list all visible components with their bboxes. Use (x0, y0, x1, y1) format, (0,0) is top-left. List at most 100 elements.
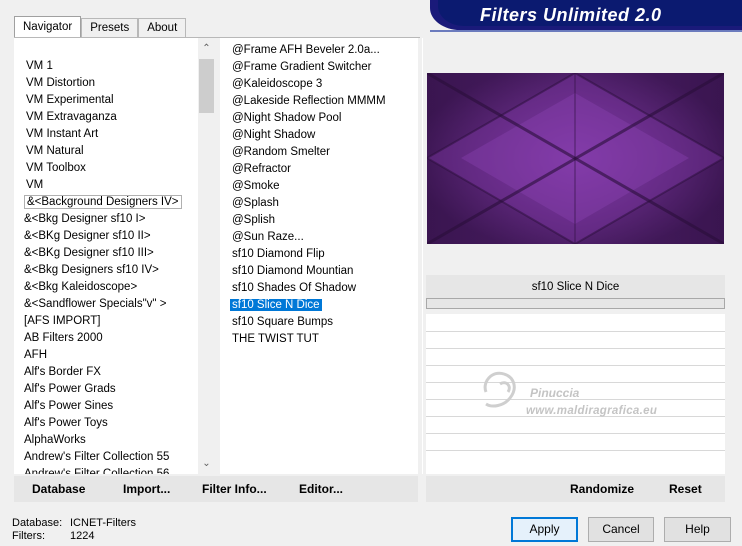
status-database: Database: ICNET-Filters (12, 517, 136, 529)
filter-label: @Smoke (232, 180, 280, 192)
filter-label: @Kaleidoscope 3 (232, 78, 323, 90)
filter-label: @Refractor (232, 163, 291, 175)
tab-presets[interactable]: Presets (81, 18, 139, 38)
help-button[interactable]: Help (664, 517, 731, 542)
category-label: Alf's Power Sines (24, 400, 114, 412)
category-label: AB Filters 2000 (24, 332, 103, 344)
category-item[interactable]: VM Natural (14, 143, 198, 160)
category-label: [AFS IMPORT] (24, 315, 101, 327)
cancel-button[interactable]: Cancel (588, 517, 654, 542)
import-button[interactable]: Import... (123, 482, 170, 496)
category-item[interactable]: VM Extravaganza (14, 109, 198, 126)
category-item[interactable]: AB Filters 2000 (14, 330, 198, 347)
filter-item[interactable]: @Night Shadow (220, 127, 418, 144)
scroll-down-icon[interactable]: ⌄ (198, 455, 215, 472)
filter-label: @Sun Raze... (232, 231, 304, 243)
category-label: VM Experimental (26, 94, 114, 106)
banner-title: Filters Unlimited 2.0 (480, 5, 662, 25)
filter-item[interactable]: @Kaleidoscope 3 (220, 76, 418, 93)
category-item[interactable]: &<Sandflower Specials"v" > (14, 296, 198, 313)
left-toolbar: Database Import... Filter Info... Editor… (14, 476, 418, 502)
category-label: VM Distortion (26, 77, 96, 89)
database-button[interactable]: Database (32, 482, 85, 496)
category-label: AlphaWorks (24, 434, 86, 446)
filter-item[interactable]: @Sun Raze... (220, 229, 418, 246)
filter-label: @Splash (232, 197, 279, 209)
filter-item[interactable]: @Frame AFH Beveler 2.0a... (220, 42, 418, 59)
scroll-up-icon[interactable]: ⌃ (198, 40, 215, 57)
category-item[interactable]: Andrew's Filter Collection 56 (14, 466, 198, 474)
category-item[interactable]: Alf's Border FX (14, 364, 198, 381)
category-item[interactable]: VM Toolbox (14, 160, 198, 177)
category-label: VM 1 (26, 60, 53, 72)
filter-item[interactable]: @Splish (220, 212, 418, 229)
scroll-thumb[interactable] (199, 59, 214, 113)
filter-item[interactable]: sf10 Slice N Dice (220, 297, 418, 314)
tab-navigator[interactable]: Navigator (14, 16, 82, 38)
param-divider (426, 331, 725, 332)
category-label: VM Extravaganza (26, 111, 117, 123)
category-item[interactable]: VM Distortion (14, 75, 198, 92)
filter-item[interactable]: @Refractor (220, 161, 418, 178)
category-label: AFH (24, 349, 47, 361)
preview-image (427, 73, 724, 244)
category-label: Alf's Border FX (24, 366, 101, 378)
category-label: &<Bkg Designer sf10 I> (24, 213, 146, 225)
category-item[interactable]: &<Background Designers IV> (14, 194, 198, 211)
category-list[interactable]: VM 1 VM Distortion VM Experimental VM Extra… (14, 38, 198, 474)
filter-item[interactable]: @Splash (220, 195, 418, 212)
category-item[interactable]: AFH (14, 347, 198, 364)
category-label: VM Instant Art (26, 128, 99, 140)
category-scrollbar[interactable]: ⌃ ⌄ (198, 38, 215, 474)
right-toolbar: Randomize Reset (426, 476, 725, 502)
category-item[interactable]: Alf's Power Sines (14, 398, 198, 415)
filter-item[interactable]: @Lakeside Reflection MMMM (220, 93, 418, 110)
filter-item[interactable]: sf10 Diamond Flip (220, 246, 418, 263)
apply-button[interactable]: Apply (511, 517, 578, 542)
filter-item[interactable]: sf10 Square Bumps (220, 314, 418, 331)
category-label: Alf's Power Grads (24, 383, 116, 395)
category-item[interactable]: VM Instant Art (14, 126, 198, 143)
status-database-label: Database: (12, 517, 63, 529)
randomize-button[interactable]: Randomize (570, 482, 634, 496)
tab-about[interactable]: About (138, 18, 187, 38)
filter-item[interactable]: @Random Smelter (220, 144, 418, 161)
filter-item[interactable]: @Smoke (220, 178, 418, 195)
filter-item[interactable]: @Frame Gradient Switcher (220, 59, 418, 76)
category-label: &<Bkg Designers sf10 IV> (24, 264, 159, 276)
filter-label: @Night Shadow Pool (232, 112, 342, 124)
category-item[interactable]: &<BKg Designer sf10 II> (14, 228, 198, 245)
filter-item[interactable]: sf10 Diamond Mountian (220, 263, 418, 280)
category-item[interactable]: &<Bkg Designer sf10 I> (14, 211, 198, 228)
category-item[interactable]: AlphaWorks (14, 432, 198, 449)
filter-item[interactable]: sf10 Shades Of Shadow (220, 280, 418, 297)
watermark-logo-icon (483, 371, 516, 408)
category-label: VM (26, 179, 44, 191)
category-item[interactable]: VM (14, 177, 198, 194)
reset-button[interactable]: Reset (669, 482, 702, 496)
category-item[interactable]: Alf's Power Toys (14, 415, 198, 432)
filter-label: sf10 Shades Of Shadow (232, 282, 357, 294)
filter-label: @Random Smelter (232, 146, 330, 158)
filter-label: sf10 Square Bumps (232, 316, 334, 328)
filter-item[interactable]: @Night Shadow Pool (220, 110, 418, 127)
category-item[interactable]: Andrew's Filter Collection 55 (14, 449, 198, 466)
category-item[interactable]: VM Experimental (14, 92, 198, 109)
banner-underline (430, 30, 742, 32)
watermark-name: Pinuccia (530, 386, 580, 400)
filter-label: @Night Shadow (232, 129, 316, 141)
category-item[interactable]: VM 1 (14, 58, 198, 75)
category-item[interactable]: &<BKg Designer sf10 III> (14, 245, 198, 262)
editor-button[interactable]: Editor... (299, 482, 343, 496)
category-item[interactable]: [AFS IMPORT] (14, 313, 198, 330)
category-item[interactable]: &<Bkg Kaleidoscope> (14, 279, 198, 296)
category-item[interactable]: Alf's Power Grads (14, 381, 198, 398)
title-banner: Filters Unlimited 2.0 (430, 0, 742, 30)
filter-info-button[interactable]: Filter Info... (202, 482, 267, 496)
filter-item[interactable]: THE TWIST TUT (220, 331, 418, 348)
category-label: VM Natural (26, 145, 84, 157)
category-item[interactable]: &<Bkg Designers sf10 IV> (14, 262, 198, 279)
category-label: Alf's Power Toys (24, 417, 108, 429)
filter-label: THE TWIST TUT (232, 333, 319, 345)
filter-list[interactable]: @Frame AFH Beveler 2.0a... @Frame Gradien… (220, 38, 418, 474)
